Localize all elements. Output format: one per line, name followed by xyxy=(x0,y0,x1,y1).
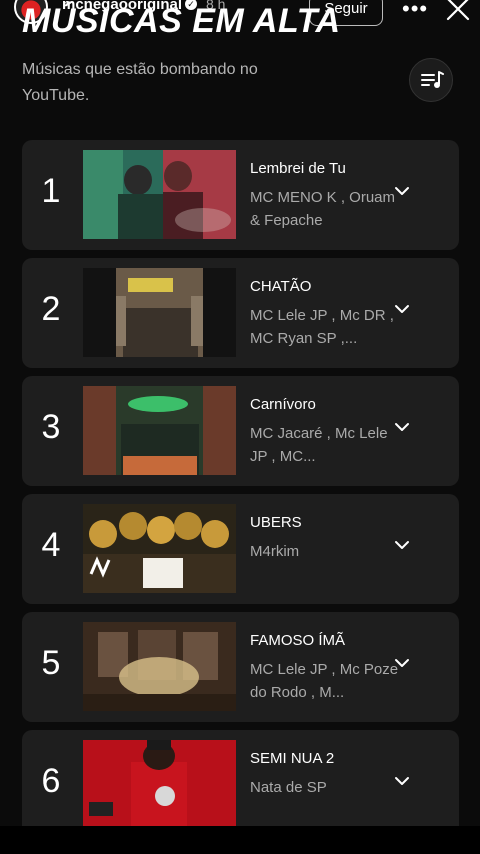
song-thumbnail[interactable] xyxy=(83,740,236,829)
song-artists: MC Lele JP , Mc DR , MC Ryan SP ,... xyxy=(250,307,394,347)
song-artists: Nata de SP xyxy=(250,779,327,796)
song-title: Carnívoro xyxy=(250,396,316,413)
song-title: SEMI NUA 2 xyxy=(250,750,335,767)
playlist-button[interactable] xyxy=(409,58,453,102)
song-artists: MC Jacaré , Mc Lele JP , MC... xyxy=(250,425,388,465)
song-card[interactable]: 3 Carnívoro MC Jacaré , Mc Lele JP , MC.… xyxy=(22,376,459,486)
song-title: FAMOSO ÍMÃ xyxy=(250,632,346,649)
song-rank: 2 xyxy=(41,290,61,328)
song-rank: 1 xyxy=(41,172,61,210)
song-rank: 4 xyxy=(41,526,61,564)
song-artists: MC MENO K , Oruam & Fepache xyxy=(250,189,396,229)
song-rank: 6 xyxy=(41,762,61,800)
story-footer-bar xyxy=(0,826,480,854)
page-title: MÚSICAS EM ALTA xyxy=(22,2,341,40)
song-thumbnail[interactable] xyxy=(83,268,236,357)
more-options-icon[interactable]: ••• xyxy=(402,0,428,22)
song-rank: 5 xyxy=(41,644,61,682)
chevron-down-icon[interactable] xyxy=(394,304,410,314)
song-thumbnail[interactable] xyxy=(83,386,236,475)
song-artists: M4rkim xyxy=(250,543,300,560)
song-card[interactable]: 5 FAMOSO ÍMÃ MC Lele JP , Mc Poze do Rod… xyxy=(22,612,459,722)
song-thumbnail[interactable] xyxy=(83,150,236,239)
close-icon[interactable] xyxy=(445,0,471,22)
chevron-down-icon[interactable] xyxy=(394,658,410,668)
page-subtitle: Músicas que estão bombando no YouTube. xyxy=(22,61,258,104)
chevron-down-icon[interactable] xyxy=(394,186,410,196)
song-card[interactable]: 4 UBERS M4rkim xyxy=(22,494,459,604)
song-thumbnail[interactable] xyxy=(83,504,236,593)
song-title: CHATÃO xyxy=(250,278,312,295)
song-title: UBERS xyxy=(250,514,302,531)
chevron-down-icon[interactable] xyxy=(394,540,410,550)
song-rank: 3 xyxy=(41,408,61,446)
chevron-down-icon[interactable] xyxy=(394,776,410,786)
song-card[interactable]: 2 CHATÃO MC Lele JP , Mc DR , MC Ryan SP… xyxy=(22,258,459,368)
song-card[interactable]: 1 Lembrei de Tu MC MENO K , Oruam & Fepa… xyxy=(22,140,459,250)
song-thumbnail[interactable] xyxy=(83,622,236,711)
chevron-down-icon[interactable] xyxy=(394,422,410,432)
song-title: Lembrei de Tu xyxy=(250,160,346,177)
song-artists: MC Lele JP , Mc Poze do Rodo , M... xyxy=(250,661,399,701)
playlist-icon xyxy=(421,71,444,88)
song-card[interactable]: 6 SEMI NUA 2 Nata de SP xyxy=(22,730,459,840)
